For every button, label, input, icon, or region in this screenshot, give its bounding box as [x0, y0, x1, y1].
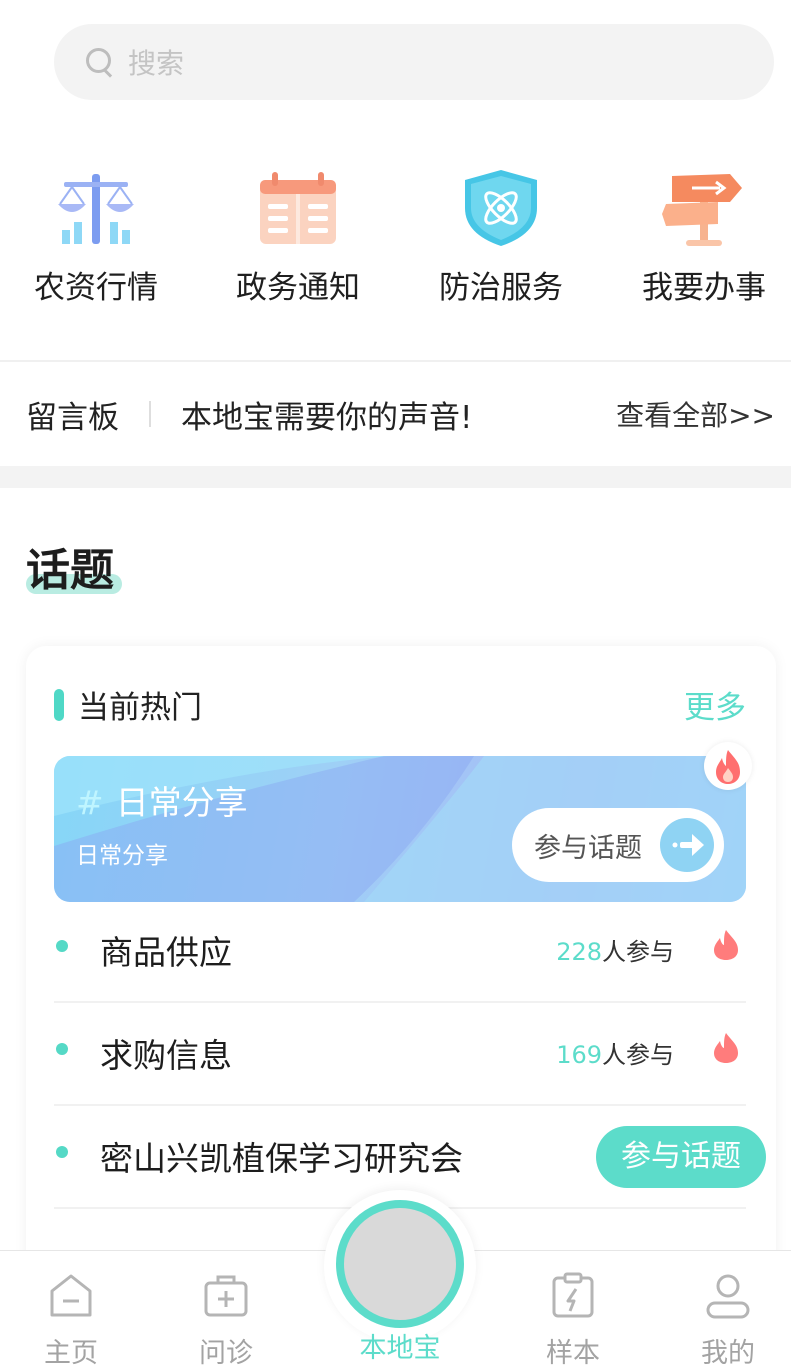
participant-suffix: 人参与: [602, 1041, 674, 1069]
message-board[interactable]: 留言板 本地宝需要你的声音! 查看全部>>: [0, 362, 791, 466]
topic-name: 密山兴凯植保学习研究会: [100, 1139, 463, 1178]
fire-icon: [704, 742, 752, 790]
topic-row[interactable]: 商品供应 228人参与: [54, 900, 746, 1003]
quick-action-market[interactable]: 农资行情: [6, 168, 186, 307]
topic-row[interactable]: 求购信息 169人参与: [54, 1003, 746, 1106]
nav-label: 样本: [546, 1338, 600, 1368]
scale-chart-icon: [54, 168, 138, 248]
topic-name: 商品供应: [100, 933, 232, 972]
medical-kit-icon: [201, 1271, 251, 1321]
nav-item-samples[interactable]: 样本: [518, 1271, 628, 1368]
title-marker: [54, 688, 64, 721]
search-icon: [84, 46, 116, 78]
quick-action-label: 防治服务: [439, 270, 563, 306]
topic-name: 求购信息: [100, 1036, 232, 1075]
bullet-dot: [56, 1043, 68, 1055]
topics-title: 话题: [26, 545, 114, 596]
quick-action-label: 我要办事: [642, 270, 766, 306]
featured-topic-banner[interactable]: # 日常分享 日常分享 参与话题: [54, 756, 746, 902]
card-header: 当前热门: [54, 682, 202, 727]
user-icon: [703, 1271, 753, 1321]
join-topic-button[interactable]: 参与话题: [512, 808, 724, 882]
arrow-right-icon: [660, 818, 714, 872]
sample-clipboard-icon: [548, 1271, 598, 1321]
nav-item-local[interactable]: 本地宝: [340, 1326, 460, 1365]
nav-item-me[interactable]: 我的: [673, 1271, 783, 1368]
section-divider: [0, 466, 791, 488]
participant-count: 169人参与: [556, 1035, 674, 1070]
quick-actions: 农资行情 政务通知 防治服务 我要办事: [0, 168, 791, 308]
home-icon: [46, 1271, 96, 1321]
banner-title: # 日常分享: [76, 776, 248, 824]
quick-action-label: 农资行情: [34, 270, 158, 306]
quick-action-prevention[interactable]: 防治服务: [411, 168, 591, 307]
topics-header: 话题: [26, 534, 122, 598]
floating-join-topic-button[interactable]: 参与话题: [596, 1126, 766, 1188]
nav-item-consult[interactable]: 问诊: [171, 1271, 281, 1368]
join-topic-label: 参与话题: [534, 832, 642, 864]
more-link[interactable]: 更多: [684, 682, 746, 727]
card-title: 当前热门: [78, 690, 202, 726]
signpost-icon: [662, 168, 746, 248]
divider: [149, 401, 151, 427]
quick-action-label: 政务通知: [236, 270, 360, 306]
quick-action-notice[interactable]: 政务通知: [208, 168, 388, 307]
fire-icon: [710, 1031, 742, 1065]
nav-label: 主页: [44, 1338, 98, 1368]
bullet-dot: [56, 1146, 68, 1158]
nav-item-home[interactable]: 主页: [16, 1271, 126, 1368]
board-title: 留言板: [26, 399, 119, 436]
search-placeholder: 搜索: [128, 47, 185, 80]
local-center-icon[interactable]: [336, 1200, 464, 1328]
banner-title-text: 日常分享: [115, 783, 248, 822]
board-message: 本地宝需要你的声音!: [181, 399, 473, 436]
quick-action-services[interactable]: 我要办事: [614, 168, 791, 307]
bullet-dot: [56, 940, 68, 952]
fire-icon: [710, 928, 742, 962]
participant-count: 228人参与: [556, 932, 674, 967]
nav-label: 问诊: [199, 1338, 253, 1368]
banner-subtitle: 日常分享: [76, 843, 168, 869]
calendar-icon: [256, 168, 340, 248]
participant-number: 169: [556, 1041, 602, 1069]
participant-suffix: 人参与: [602, 938, 674, 966]
view-all-link[interactable]: 查看全部>>: [616, 394, 775, 434]
participant-number: 228: [556, 938, 602, 966]
search-bar[interactable]: 搜索: [54, 24, 774, 100]
hash-icon: #: [76, 783, 104, 822]
nav-label: 我的: [701, 1338, 755, 1368]
shield-atom-icon: [459, 168, 543, 248]
